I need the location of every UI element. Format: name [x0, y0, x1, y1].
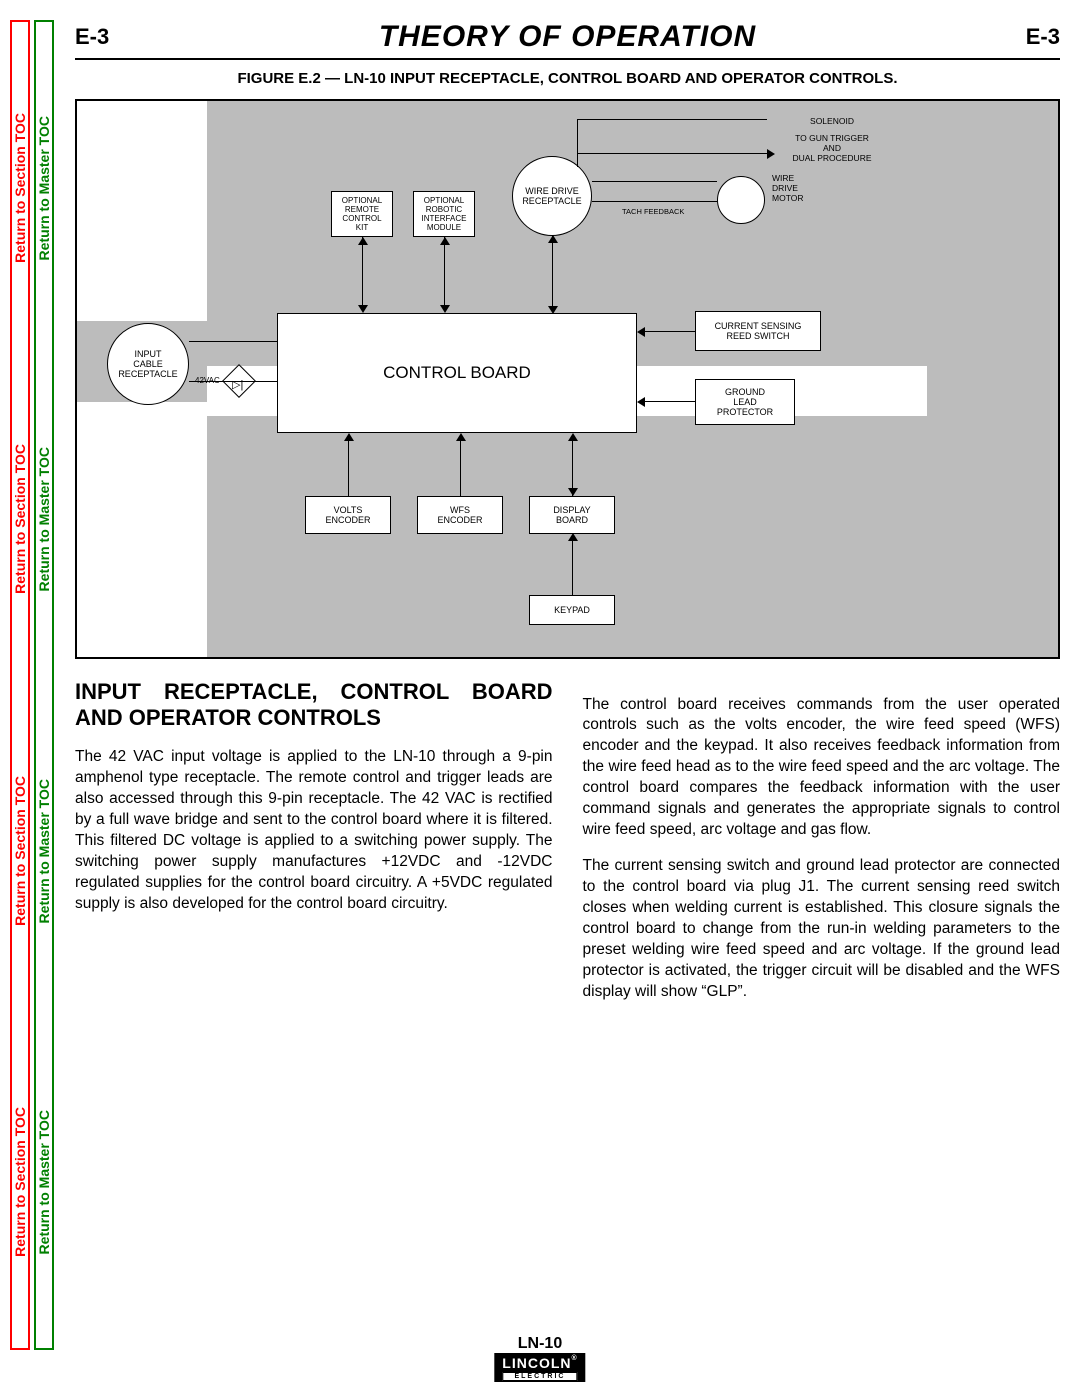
remote-kit-box: OPTIONAL REMOTE CONTROL KIT: [331, 191, 393, 237]
gun-trigger-label: TO GUN TRIGGER AND DUAL PROCEDURE: [772, 133, 892, 163]
master-toc-link[interactable]: Return to Master TOC: [36, 779, 52, 923]
rule: [75, 58, 1060, 60]
sidebar: Return to Section TOC Return to Section …: [10, 20, 58, 1350]
paragraph: The 42 VAC input voltage is applied to t…: [75, 747, 553, 914]
logo-text: LINCOLN: [502, 1355, 571, 1371]
control-board: CONTROL BOARD: [277, 313, 637, 433]
registered-mark: ®: [572, 1355, 578, 1362]
footer: LN-10 LINCOLN® ELECTRIC: [494, 1335, 585, 1383]
page: E-3 THEORY OF OPERATION E-3 FIGURE E.2 —…: [75, 20, 1060, 1018]
diagram: SOLENOID TO GUN TRIGGER AND DUAL PROCEDU…: [75, 99, 1060, 659]
footer-model: LN-10: [494, 1335, 585, 1353]
diode-symbol: ▷|: [232, 378, 243, 391]
ground-lead-box: GROUND LEAD PROTECTOR: [695, 379, 795, 425]
master-toc-link[interactable]: Return to Master TOC: [36, 447, 52, 591]
header-right: E-3: [1026, 24, 1060, 50]
keypad-box: KEYPAD: [529, 595, 615, 625]
figure-title: FIGURE E.2 — LN-10 INPUT RECEPTACLE, CON…: [75, 70, 1060, 87]
section-toc-link[interactable]: Return to Section TOC: [12, 1107, 28, 1257]
master-toc-link[interactable]: Return to Master TOC: [36, 116, 52, 260]
body-columns: INPUT RECEPTACLE, CONTROL BOARD AND OPER…: [75, 679, 1060, 1018]
sidebar-col-section: Return to Section TOC Return to Section …: [10, 20, 30, 1350]
page-title: THEORY OF OPERATION: [379, 20, 756, 54]
master-toc-link[interactable]: Return to Master TOC: [36, 1110, 52, 1254]
volts-encoder-box: VOLTS ENCODER: [305, 496, 391, 534]
right-column: The control board receives commands from…: [583, 679, 1061, 1018]
logo-subtext: ELECTRIC: [502, 1372, 577, 1381]
input-cable-receptacle: INPUT CABLE RECEPTACLE: [107, 323, 189, 405]
wfs-encoder-box: WFS ENCODER: [417, 496, 503, 534]
wire-drive-motor-label: WIRE DRIVE MOTOR: [772, 173, 803, 203]
section-toc-link[interactable]: Return to Section TOC: [12, 113, 28, 263]
section-heading: INPUT RECEPTACLE, CONTROL BOARD AND OPER…: [75, 679, 553, 732]
lincoln-logo: LINCOLN® ELECTRIC: [494, 1353, 585, 1382]
sidebar-col-master: Return to Master TOC Return to Master TO…: [34, 20, 54, 1350]
robotic-module-box: OPTIONAL ROBOTIC INTERFACE MODULE: [413, 191, 475, 237]
display-board-box: DISPLAY BOARD: [529, 496, 615, 534]
wire-drive-motor: [717, 176, 765, 224]
section-toc-link[interactable]: Return to Section TOC: [12, 444, 28, 594]
wire-drive-receptacle: WIRE DRIVE RECEPTACLE: [512, 156, 592, 236]
section-toc-link[interactable]: Return to Section TOC: [12, 776, 28, 926]
tach-feedback-label: TACH FEEDBACK: [622, 207, 684, 216]
current-sensing-box: CURRENT SENSING REED SWITCH: [695, 311, 821, 351]
header-left: E-3: [75, 24, 109, 50]
paragraph: The current sensing switch and ground le…: [583, 856, 1061, 1002]
paragraph: The control board receives commands from…: [583, 695, 1061, 841]
page-header: E-3 THEORY OF OPERATION E-3: [75, 20, 1060, 54]
left-column: INPUT RECEPTACLE, CONTROL BOARD AND OPER…: [75, 679, 553, 1018]
solenoid-label: SOLENOID: [772, 116, 892, 126]
